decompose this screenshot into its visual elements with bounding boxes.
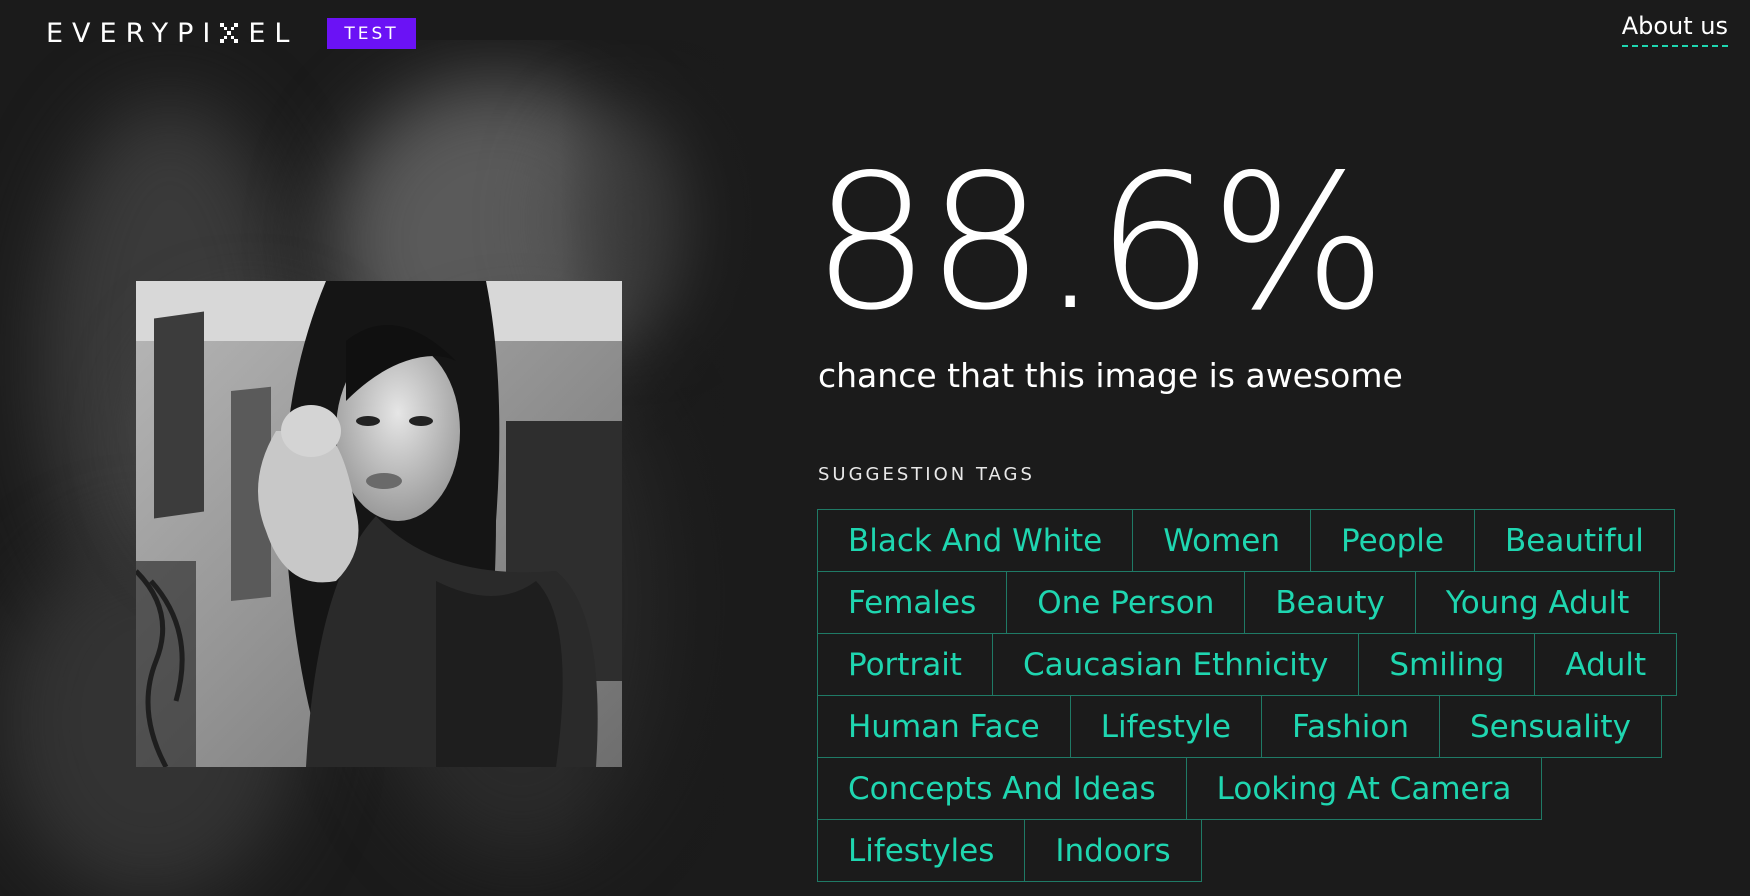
logo-text-tail: EL bbox=[248, 17, 299, 49]
tag-caucasian-ethnicity[interactable]: Caucasian Ethnicity bbox=[991, 633, 1360, 696]
awesome-score: 88.6% bbox=[812, 134, 1387, 351]
logo-text: EVERYPI bbox=[46, 17, 220, 49]
suggestion-tags-list: Black And White Women People Beautiful Femal… bbox=[817, 509, 1678, 882]
tag-looking-at-camera[interactable]: Looking At Camera bbox=[1185, 757, 1543, 820]
tag-lifestyles[interactable]: Lifestyles bbox=[817, 819, 1026, 882]
tag-young-adult[interactable]: Young Adult bbox=[1414, 571, 1661, 634]
tag-people[interactable]: People bbox=[1310, 509, 1475, 572]
tag-beautiful[interactable]: Beautiful bbox=[1474, 509, 1675, 572]
tag-row: Black And White Women People Beautiful bbox=[817, 509, 1676, 572]
everypixel-logo[interactable]: EVERYPI EL bbox=[46, 16, 298, 50]
tag-row: Portrait Caucasian Ethnicity Smiling Adult bbox=[817, 633, 1678, 696]
tag-smiling[interactable]: Smiling bbox=[1358, 633, 1536, 696]
tag-row: Females One Person Beauty Young Adult bbox=[817, 571, 1676, 634]
tag-row: Concepts And Ideas Looking At Camera bbox=[817, 757, 1676, 820]
tag-row: Human Face Lifestyle Fashion Sensuality bbox=[817, 695, 1676, 758]
tag-adult[interactable]: Adult bbox=[1534, 633, 1678, 696]
tag-women[interactable]: Women bbox=[1132, 509, 1311, 572]
tag-human-face[interactable]: Human Face bbox=[817, 695, 1071, 758]
tag-one-person[interactable]: One Person bbox=[1006, 571, 1246, 634]
logo-x-icon bbox=[219, 22, 239, 44]
tag-lifestyle[interactable]: Lifestyle bbox=[1069, 695, 1262, 758]
tag-sensuality[interactable]: Sensuality bbox=[1439, 695, 1662, 758]
suggestion-tags-title: SUGGESTION TAGS bbox=[818, 464, 1035, 485]
uploaded-photo bbox=[136, 281, 622, 767]
tag-fashion[interactable]: Fashion bbox=[1260, 695, 1440, 758]
test-badge: TEST bbox=[327, 18, 416, 49]
tag-black-and-white[interactable]: Black And White bbox=[817, 509, 1134, 572]
tag-females[interactable]: Females bbox=[817, 571, 1008, 634]
tag-portrait[interactable]: Portrait bbox=[817, 633, 993, 696]
tag-concepts-and-ideas[interactable]: Concepts And Ideas bbox=[817, 757, 1187, 820]
tag-row: Lifestyles Indoors bbox=[817, 819, 1676, 882]
score-caption: chance that this image is awesome bbox=[818, 356, 1403, 395]
tag-indoors[interactable]: Indoors bbox=[1024, 819, 1202, 882]
about-us-link[interactable]: About us bbox=[1621, 12, 1728, 47]
page: EVERYPI EL TEST About us 88.6% chance th… bbox=[0, 0, 1750, 896]
tag-beauty[interactable]: Beauty bbox=[1244, 571, 1416, 634]
